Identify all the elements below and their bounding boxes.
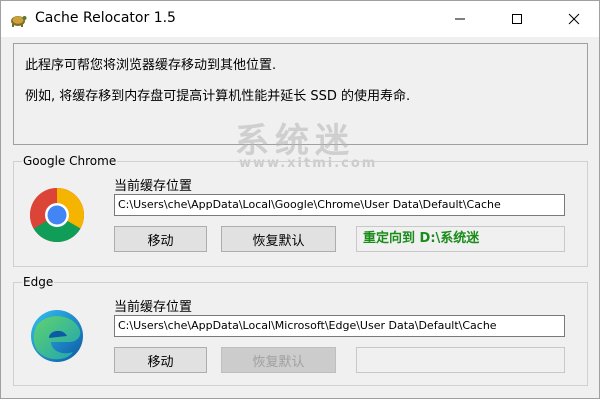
- chrome-status-text: 重定向到 D:\系统迷: [356, 226, 565, 252]
- close-icon: [568, 13, 580, 25]
- title-bar[interactable]: Cache Relocator 1.5: [1, 1, 599, 37]
- edge-path-label: 当前缓存位置: [114, 300, 193, 315]
- minimize-button[interactable]: [437, 1, 483, 37]
- chrome-group: Google Chrome 当前缓存位置 C:\Users\che\AppDat…: [13, 154, 588, 267]
- watermark-text: 系统迷: [235, 121, 355, 161]
- app-window: Cache Relocator 1.5 此程序可帮您将浏览器缓存移动到其他位置.…: [0, 0, 600, 399]
- edge-restore-default-button: 恢复默认: [221, 347, 336, 373]
- chrome-group-label: Google Chrome: [22, 154, 118, 168]
- chrome-path-field[interactable]: C:\Users\che\AppData\Local\Google\Chrome…: [114, 194, 565, 216]
- chrome-restore-default-button[interactable]: 恢复默认: [221, 226, 336, 252]
- minimize-icon: [455, 18, 465, 20]
- cache-relocator-turtle-icon: [11, 16, 27, 27]
- window-title: Cache Relocator 1.5: [35, 10, 176, 26]
- maximize-button[interactable]: [494, 1, 540, 37]
- edge-status-text: [356, 347, 565, 373]
- edge-group: Edge 当前缓存位置 C:\Users\che\AppData\Local\M…: [13, 275, 588, 386]
- close-button[interactable]: [551, 1, 597, 37]
- chrome-path-label: 当前缓存位置: [114, 179, 193, 194]
- maximize-icon: [512, 14, 522, 24]
- edge-move-button[interactable]: 移动: [114, 347, 207, 373]
- chrome-move-button[interactable]: 移动: [114, 226, 207, 252]
- chrome-icon: [29, 188, 85, 243]
- description-line-2: 例如, 将缓存移到内存盘可提高计算机性能并延长 SSD 的使用寿命.: [25, 89, 411, 104]
- edge-icon: [31, 310, 83, 362]
- edge-group-label: Edge: [22, 275, 55, 289]
- edge-path-field[interactable]: C:\Users\che\AppData\Local\Microsoft\Edg…: [114, 315, 565, 337]
- description-line-1: 此程序可帮您将浏览器缓存移动到其他位置.: [25, 58, 277, 73]
